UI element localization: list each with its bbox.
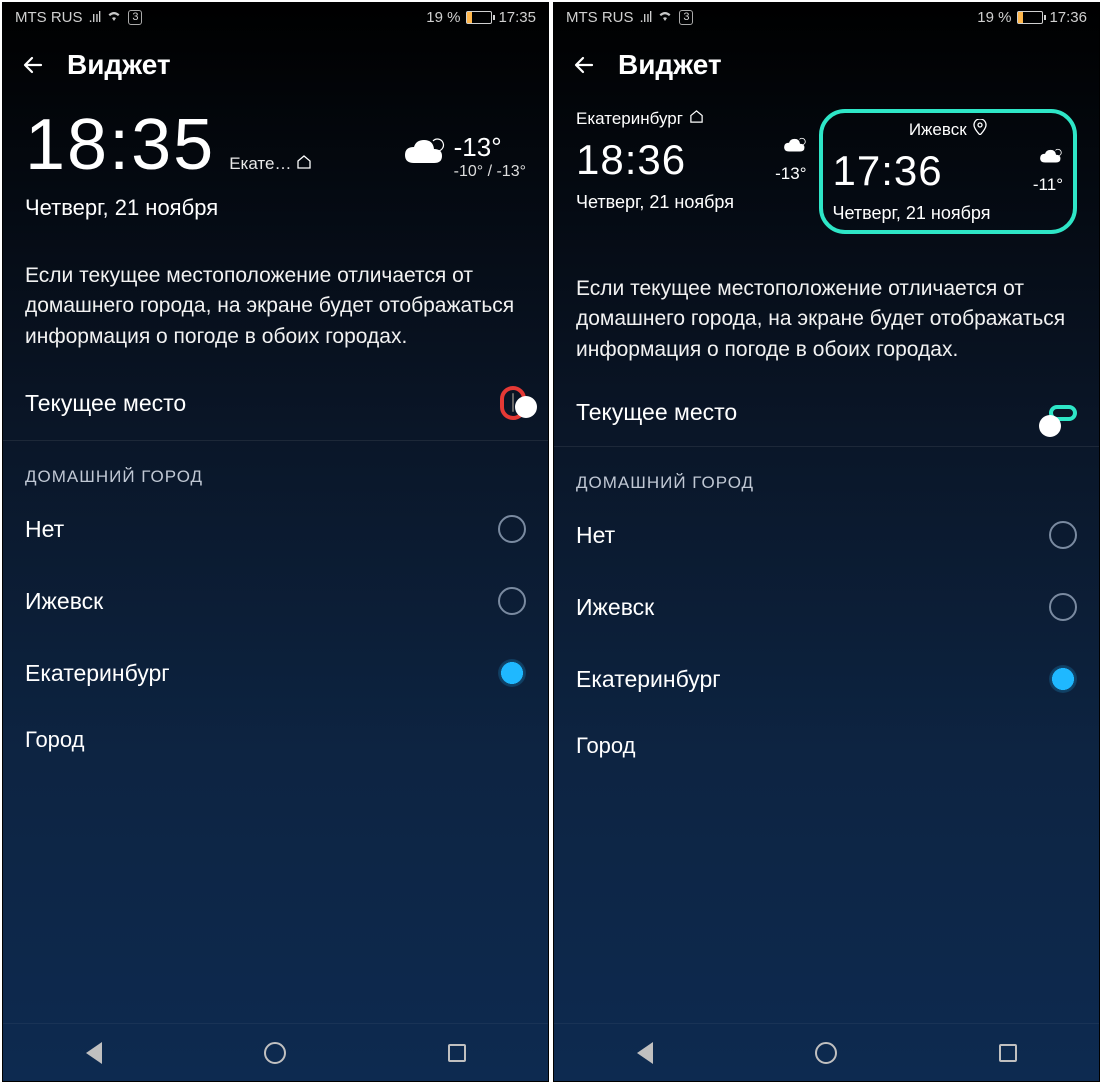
col-date: Четверг, 21 ноября (833, 203, 1064, 224)
back-icon[interactable] (21, 52, 47, 78)
status-bar: MTS RUS .ııl 3 19 % 17:35 (3, 3, 548, 31)
battery-pct: 19 % (426, 9, 460, 26)
preview-temp: -13° (454, 132, 526, 163)
square-icon (448, 1044, 466, 1062)
radio-icon (498, 587, 526, 615)
preview-temp-range: -10° / -13° (454, 163, 526, 181)
status-bar: MTS RUS .ııl 3 19 % 17:36 (554, 3, 1099, 31)
col-time: 17:36 (833, 147, 943, 195)
nav-home-button[interactable] (786, 1042, 866, 1064)
nav-bar (3, 1023, 548, 1081)
location-toggle[interactable] (512, 393, 514, 412)
nav-back-button[interactable] (54, 1042, 134, 1064)
option-ekaterinburg[interactable]: Екатеринбург (25, 637, 526, 709)
back-icon[interactable] (572, 52, 598, 78)
location-pin-icon (973, 119, 987, 140)
widget-preview-dual: Екатеринбург 18:36 -13° Четверг, 21 нояб… (554, 109, 1099, 244)
phone-left: MTS RUS .ııl 3 19 % 17:35 Виджет 18:35 Е… (2, 2, 549, 1082)
section-header: ДОМАШНИЙ ГОРОД (25, 467, 526, 487)
radio-icon (1049, 521, 1077, 549)
phone-right: MTS RUS .ııl 3 19 % 17:36 Виджет Екатери… (553, 2, 1100, 1082)
divider (3, 440, 548, 441)
preview-date: Четверг, 21 ноября (25, 195, 526, 221)
col-time: 18:36 (576, 136, 686, 184)
circle-icon (264, 1042, 286, 1064)
city-label[interactable]: Город (576, 733, 1077, 759)
page-title: Виджет (67, 49, 171, 81)
header: Виджет (554, 31, 1099, 109)
sim-badge: 3 (128, 10, 142, 25)
col-temp: -11° (1033, 175, 1063, 195)
wifi-icon (657, 9, 673, 26)
option-izhevsk[interactable]: Ижевск (25, 565, 526, 637)
toggle-row: Текущее место (576, 399, 1077, 446)
option-label: Нет (25, 516, 64, 543)
weather-icon (775, 135, 806, 164)
weather-icon (1033, 146, 1063, 175)
option-label: Екатеринбург (576, 666, 721, 693)
square-icon (999, 1044, 1017, 1062)
signal-icon: .ııl (89, 9, 101, 26)
col-temp: -13° (775, 164, 806, 184)
highlight-marker-teal (1049, 405, 1077, 421)
col-city: Екатеринбург (576, 109, 683, 129)
carrier-label: MTS RUS (15, 9, 83, 26)
option-label: Ижевск (576, 594, 654, 621)
highlight-marker-red (500, 386, 526, 420)
preview-col-home: Екатеринбург 18:36 -13° Четверг, 21 нояб… (576, 109, 807, 234)
statusbar-time: 17:36 (1049, 9, 1087, 26)
radio-icon (498, 515, 526, 543)
toggle-label: Текущее место (25, 390, 186, 417)
statusbar-time: 17:35 (498, 9, 536, 26)
nav-home-button[interactable] (235, 1042, 315, 1064)
home-icon (689, 109, 704, 129)
home-icon (296, 154, 312, 175)
radio-icon-selected (1049, 665, 1077, 693)
toggle-row: Текущее место (25, 386, 526, 440)
section-header: ДОМАШНИЙ ГОРОД (576, 473, 1077, 493)
col-city: Ижевск (909, 120, 967, 140)
radio-icon (1049, 593, 1077, 621)
signal-icon: .ııl (640, 9, 652, 26)
header: Виджет (3, 31, 548, 109)
city-label[interactable]: Город (25, 727, 526, 753)
radio-icon-selected (498, 659, 526, 687)
option-label: Екатеринбург (25, 660, 170, 687)
nav-bar (554, 1023, 1099, 1081)
nav-back-button[interactable] (605, 1042, 685, 1064)
option-none[interactable]: Нет (25, 493, 526, 565)
description: Если текущее местоположение отличается о… (25, 261, 526, 352)
nav-recent-button[interactable] (417, 1044, 497, 1062)
option-none[interactable]: Нет (576, 499, 1077, 571)
carrier-label: MTS RUS (566, 9, 634, 26)
triangle-icon (86, 1042, 102, 1064)
weather-icon (400, 133, 446, 180)
option-label: Нет (576, 522, 615, 549)
preview-col-location-highlighted: Ижевск 17:36 -11° Четверг, 21 ноября (819, 109, 1078, 234)
nav-recent-button[interactable] (968, 1044, 1048, 1062)
battery-pct: 19 % (977, 9, 1011, 26)
triangle-icon (637, 1042, 653, 1064)
sim-badge: 3 (679, 10, 693, 25)
option-izhevsk[interactable]: Ижевск (576, 571, 1077, 643)
option-label: Ижевск (25, 588, 103, 615)
widget-preview: 18:35 Екате… -13° -10° / -13° Чет (3, 109, 548, 231)
wifi-icon (106, 9, 122, 26)
description: Если текущее местоположение отличается о… (576, 274, 1077, 365)
col-date: Четверг, 21 ноября (576, 192, 807, 213)
preview-time: 18:35 (25, 109, 215, 181)
option-ekaterinburg[interactable]: Екатеринбург (576, 643, 1077, 715)
circle-icon (815, 1042, 837, 1064)
toggle-label: Текущее место (576, 399, 737, 426)
battery-icon (1017, 11, 1043, 24)
page-title: Виджет (618, 49, 722, 81)
preview-city: Екате… (229, 154, 291, 173)
battery-icon (466, 11, 492, 24)
divider (554, 446, 1099, 447)
